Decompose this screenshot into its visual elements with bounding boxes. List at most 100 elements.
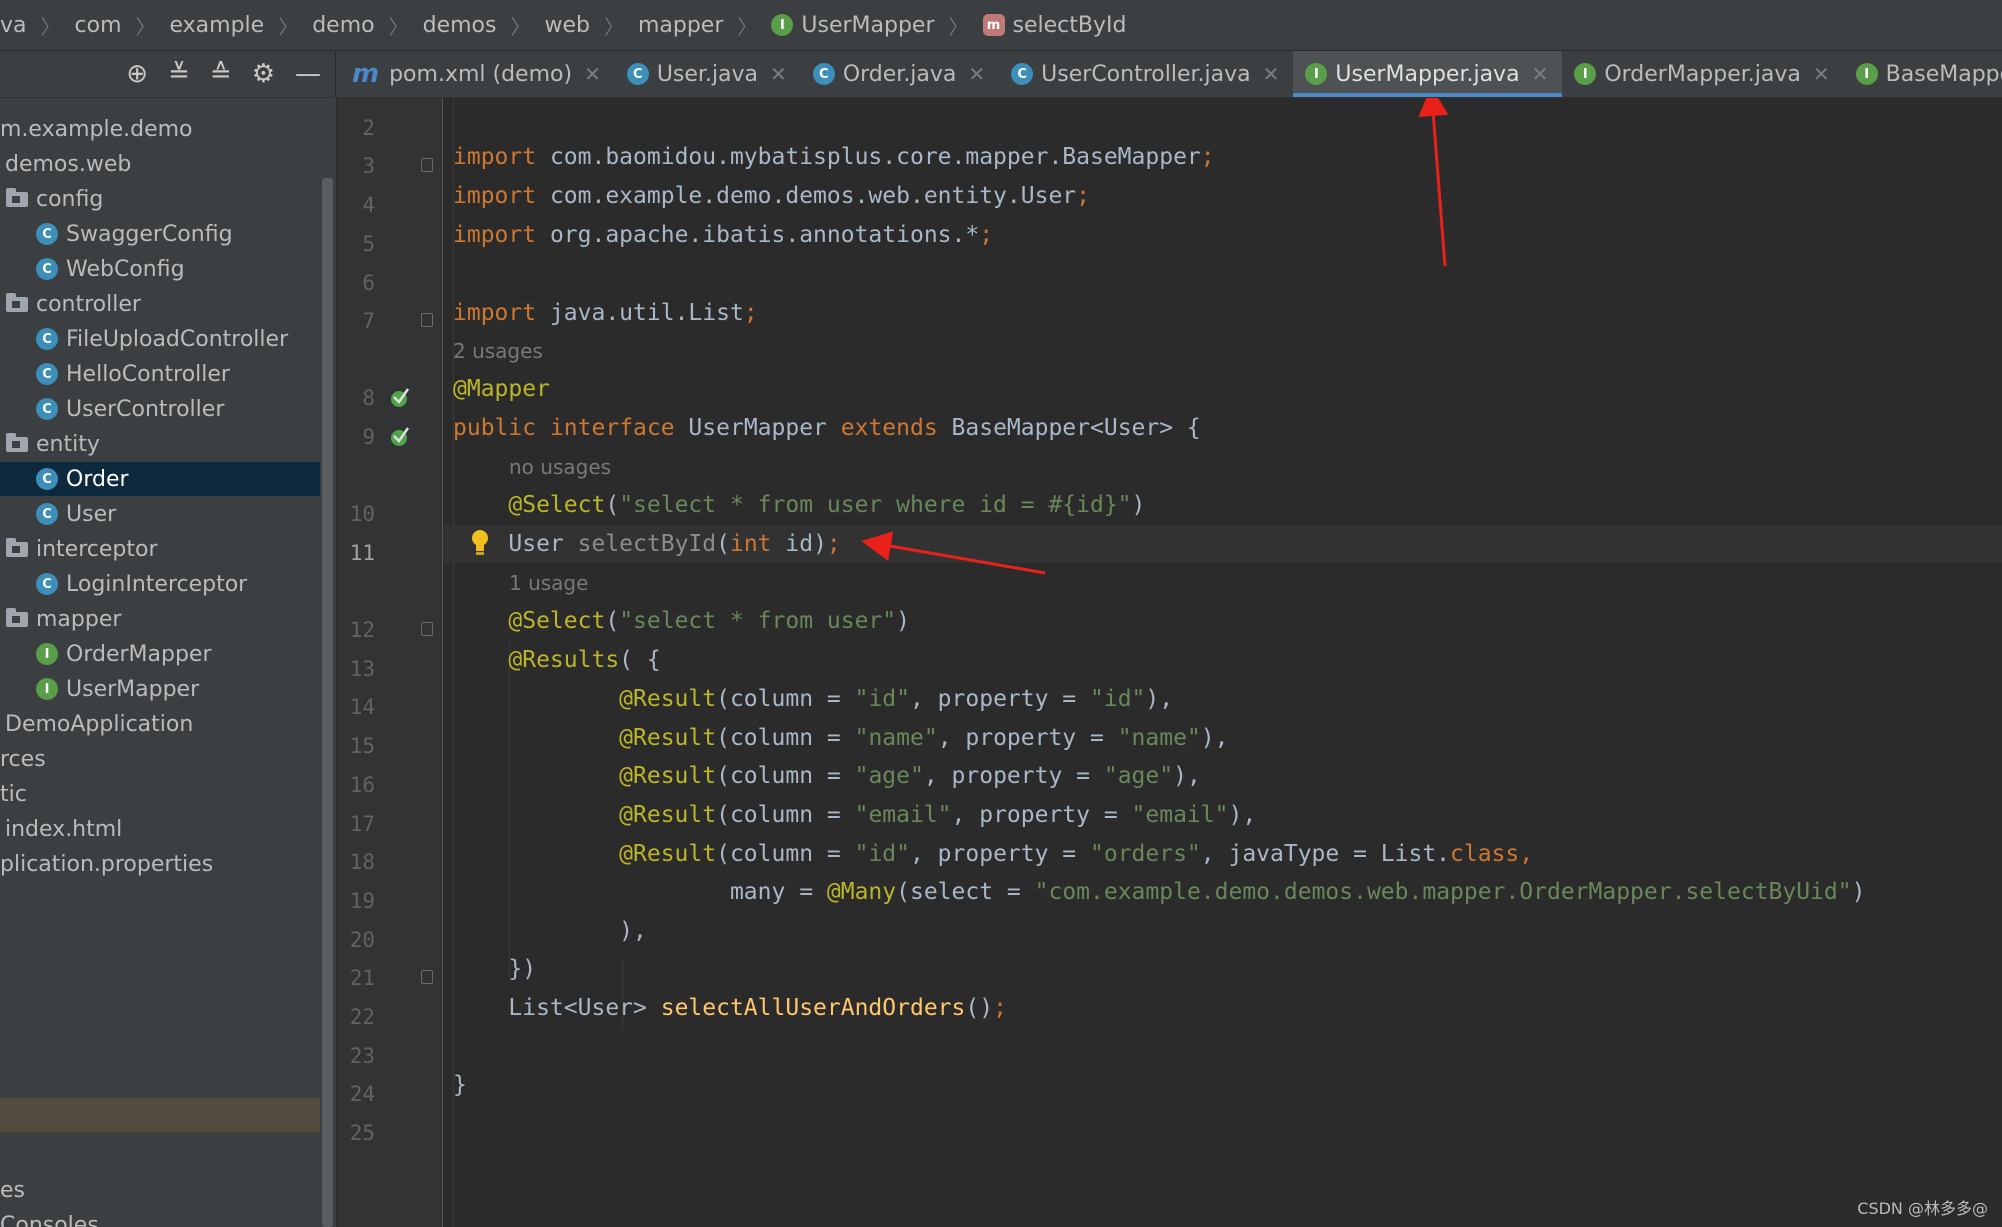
- line-number: 7: [362, 309, 375, 333]
- tree-item[interactable]: C FileUploadController: [0, 322, 320, 356]
- tree-item[interactable]: C UserController: [0, 392, 320, 426]
- tree-item[interactable]: plication.properties: [0, 847, 320, 881]
- chevron-right-icon: 〉: [388, 14, 409, 39]
- tab-usercontroller-java[interactable]: C UserController.java ✕: [999, 51, 1293, 97]
- folder-icon: [6, 187, 28, 207]
- close-icon[interactable]: ✕: [1263, 62, 1280, 86]
- mybatis-navigation-icon[interactable]: [388, 423, 414, 449]
- line-number: 25: [349, 1121, 375, 1145]
- line-number: 19: [349, 889, 375, 913]
- tree-item-label: HelloController: [66, 361, 230, 387]
- tree-item[interactable]: C WebConfig: [0, 252, 320, 286]
- tree-item-label: FileUploadController: [66, 326, 289, 352]
- tree-item-label: demos.web: [5, 151, 132, 177]
- tree-item-label: index.html: [5, 816, 123, 842]
- tree-item-label: config: [36, 186, 104, 212]
- tree-item[interactable]: tic: [0, 777, 320, 811]
- tree-item-label: User: [66, 501, 117, 527]
- class-icon: C: [36, 573, 58, 595]
- tab-user-java[interactable]: C User.java ✕: [615, 51, 801, 97]
- tree-item[interactable]: C SwaggerConfig: [0, 217, 320, 251]
- tree-item[interactable]: controller: [0, 287, 320, 321]
- breadcrumb-item[interactable]: com: [75, 13, 122, 38]
- tree-item[interactable]: m.example.demo: [0, 112, 320, 146]
- line-number: 2: [362, 116, 375, 140]
- tree-item[interactable]: C LoginInterceptor: [0, 567, 320, 601]
- tree-item[interactable]: I UserMapper: [0, 672, 320, 706]
- expand-all-icon[interactable]: ≚: [168, 59, 190, 89]
- breadcrumb-item[interactable]: va: [0, 13, 27, 38]
- tree-item[interactable]: config: [0, 182, 320, 216]
- tree-item[interactable]: demos.web: [0, 147, 320, 181]
- line-number: 4: [362, 193, 375, 217]
- tree-item-label: OrderMapper: [66, 641, 212, 667]
- close-icon[interactable]: ✕: [1813, 62, 1830, 86]
- class-icon: C: [36, 503, 58, 525]
- tree-item-label: m.example.demo: [0, 116, 193, 142]
- tree-item[interactable]: C User: [0, 497, 320, 531]
- fold-marker-icon[interactable]: [421, 622, 433, 636]
- tree-item-label: tic: [0, 781, 27, 807]
- close-icon[interactable]: ✕: [770, 62, 787, 86]
- tree-item[interactable]: interceptor: [0, 532, 320, 566]
- class-icon: C: [626, 63, 649, 85]
- gear-icon[interactable]: ⚙: [252, 59, 275, 89]
- tree-item[interactable]: index.html: [0, 812, 320, 846]
- tree-item[interactable]: C Order: [0, 462, 320, 496]
- tab-order-java[interactable]: C Order.java ✕: [801, 51, 999, 97]
- fold-marker-icon[interactable]: [421, 970, 433, 984]
- fold-marker-icon[interactable]: [421, 158, 433, 172]
- close-icon[interactable]: ✕: [1532, 62, 1549, 86]
- tree-item-label: Consoles: [0, 1212, 99, 1227]
- line-number: 24: [349, 1082, 375, 1106]
- chevron-right-icon: 〉: [603, 14, 624, 39]
- scrollbar-thumb[interactable]: [322, 178, 333, 1227]
- line-number: 16: [349, 773, 375, 797]
- line-number: 11: [349, 541, 375, 565]
- tree-item[interactable]: entity: [0, 427, 320, 461]
- tab-basemapper-class[interactable]: IBaseMapper.class: [1844, 51, 2002, 97]
- breadcrumb-item[interactable]: demos: [423, 13, 497, 38]
- tree-item[interactable]: DemoApplication: [0, 707, 320, 741]
- tab-usermapper-java[interactable]: I UserMapper.java ✕: [1293, 51, 1563, 97]
- tree-item[interactable]: mapper: [0, 602, 320, 636]
- breadcrumb-item-usermapper[interactable]: I UserMapper: [771, 13, 935, 38]
- class-icon: C: [36, 468, 58, 490]
- code-editor[interactable]: import com.baomidou.mybatisplus.core.map…: [443, 98, 2002, 1227]
- interface-icon: I: [771, 14, 794, 36]
- tree-item[interactable]: Consoles: [0, 1208, 320, 1227]
- tree-item-label: WebConfig: [66, 256, 185, 282]
- breadcrumb-item[interactable]: web: [544, 13, 590, 38]
- chevron-right-icon: 〉: [278, 14, 299, 39]
- chevron-right-icon: 〉: [135, 14, 156, 39]
- hide-panel-icon[interactable]: —: [295, 59, 321, 89]
- collapse-all-icon[interactable]: ≙: [210, 59, 232, 89]
- line-number: 18: [349, 850, 375, 874]
- breadcrumb-item[interactable]: mapper: [638, 13, 723, 38]
- tree-item[interactable]: C HelloController: [0, 357, 320, 391]
- tree-scrollbar[interactable]: [320, 98, 337, 1227]
- mybatis-navigation-icon[interactable]: [388, 384, 414, 410]
- close-icon[interactable]: ✕: [968, 62, 985, 86]
- locate-file-icon[interactable]: ⊕: [126, 59, 148, 89]
- project-toolbar: ⊕ ≚ ≙ ⚙ —: [0, 51, 336, 97]
- tree-item-label: UserMapper: [66, 676, 200, 702]
- tree-item[interactable]: I OrderMapper: [0, 637, 320, 671]
- tree-item[interactable]: rces: [0, 742, 320, 776]
- tree-item-label: LoginInterceptor: [66, 571, 248, 597]
- breadcrumb-item[interactable]: demo: [312, 13, 374, 38]
- class-icon: C: [36, 223, 58, 245]
- fold-marker-icon[interactable]: [421, 313, 433, 327]
- interface-icon: I: [36, 643, 58, 665]
- line-number: 14: [349, 695, 375, 719]
- class-icon: C: [36, 398, 58, 420]
- close-icon[interactable]: ✕: [584, 62, 601, 86]
- breadcrumb-item-selectbyid[interactable]: m selectById: [982, 13, 1126, 38]
- folder-icon: [6, 432, 28, 452]
- tab-pom-xml[interactable]: m pom.xml (demo) ✕: [340, 51, 615, 97]
- folder-icon: [6, 537, 28, 557]
- tab-ordermapper-java[interactable]: I OrderMapper.java ✕: [1562, 51, 1843, 97]
- chevron-right-icon: 〉: [948, 14, 969, 39]
- breadcrumb-item[interactable]: example: [170, 13, 265, 38]
- tree-item[interactable]: es: [0, 1173, 320, 1207]
